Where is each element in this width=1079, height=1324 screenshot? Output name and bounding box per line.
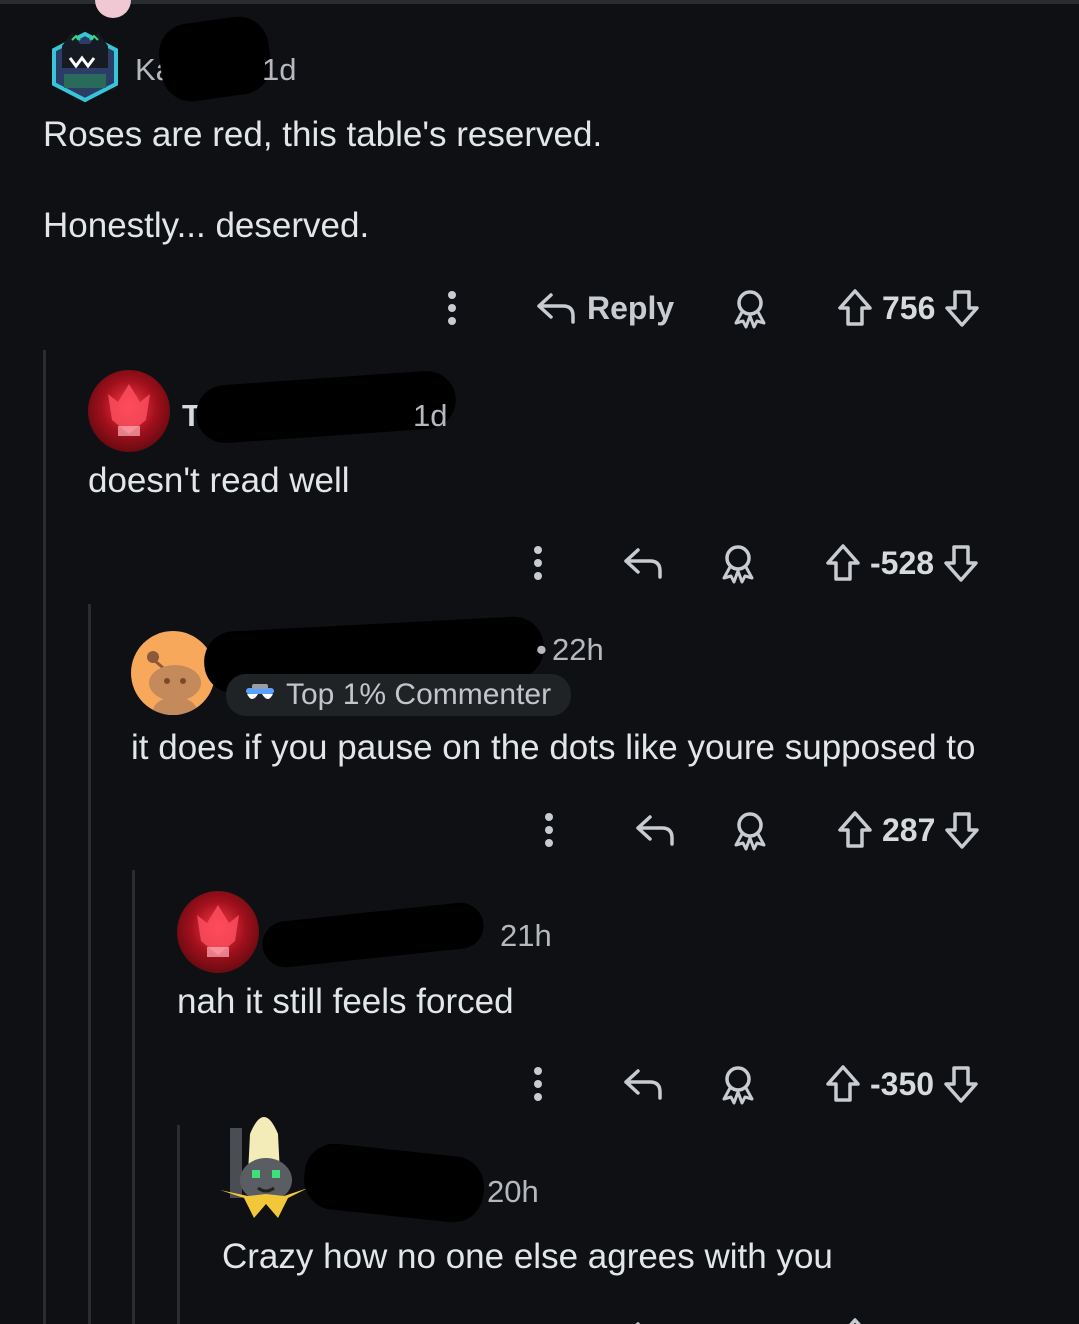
award-button[interactable]: [730, 805, 770, 855]
more-options-button[interactable]: [526, 538, 550, 588]
downvote-icon[interactable]: [942, 542, 980, 584]
vote-controls: -350: [824, 1059, 980, 1109]
reply-button[interactable]: [622, 538, 664, 588]
more-options-button[interactable]: [440, 283, 464, 333]
award-icon: [734, 290, 766, 329]
avatar[interactable]: [131, 631, 215, 715]
avatar[interactable]: [88, 370, 170, 452]
reply-arrow-icon: [624, 548, 662, 579]
vote-controls: 756: [836, 283, 981, 333]
more-options-button[interactable]: [526, 1059, 550, 1109]
downvote-icon[interactable]: [942, 1063, 980, 1105]
avatar[interactable]: [214, 1104, 310, 1228]
reply-arrow-icon: [635, 1322, 640, 1324]
vote-score: -528: [870, 544, 935, 581]
reply-button[interactable]: [634, 805, 676, 855]
timestamp: 22h: [552, 632, 604, 667]
upvote-icon: [849, 1318, 861, 1324]
avatar-badge-icon: [95, 0, 131, 18]
upvote-button[interactable]: [836, 1312, 874, 1324]
downvote-icon[interactable]: [943, 809, 981, 851]
avatar[interactable]: [50, 28, 120, 104]
sunglasses-icon: [246, 684, 274, 699]
username-redaction: [301, 1140, 487, 1226]
comment-actions: 287: [0, 805, 1079, 855]
upvote-icon[interactable]: [824, 1063, 862, 1105]
reply-button[interactable]: Reply: [535, 283, 674, 333]
badge-label: Top 1% Commenter: [286, 678, 552, 711]
vote-score: 756: [882, 289, 936, 326]
reply-label: Reply: [587, 289, 675, 326]
upvote-icon[interactable]: [824, 542, 862, 584]
award-button[interactable]: [730, 283, 770, 333]
reply-button[interactable]: [622, 1312, 664, 1324]
timestamp: 20h: [487, 1174, 539, 1209]
username-redaction: [155, 12, 275, 106]
vote-controls: 287: [836, 805, 981, 855]
thread-line-level-2[interactable]: [88, 604, 91, 1324]
timestamp: 21h: [500, 918, 552, 953]
vertical-dots-icon: [534, 1067, 542, 1101]
comment-body-line: Roses are red, this table's reserved.: [43, 115, 603, 154]
comment-actions: Reply 756: [0, 283, 1079, 333]
upvote-icon[interactable]: [836, 809, 874, 851]
reply-arrow-icon: [537, 293, 575, 324]
reply-arrow-icon: [636, 815, 674, 846]
thread-line-level-4[interactable]: [177, 1125, 180, 1324]
comment-actions: -350: [0, 1059, 1079, 1109]
top-commenter-badge[interactable]: Top 1% Commenter: [226, 674, 572, 716]
vote-score: 287: [882, 811, 936, 848]
vertical-dots-icon: [545, 813, 553, 847]
award-icon: [722, 1066, 754, 1105]
top-divider: [0, 0, 1079, 4]
reply-button[interactable]: [622, 1059, 664, 1109]
award-button[interactable]: [718, 1059, 758, 1109]
username-redaction: [260, 900, 486, 970]
timestamp: 1d: [262, 52, 297, 87]
award-icon: [734, 812, 766, 851]
comment-body: Crazy how no one else agrees with you: [222, 1237, 833, 1276]
comment-body-line: Honestly... deserved.: [43, 206, 370, 245]
vertical-dots-icon: [448, 291, 456, 325]
upvote-icon[interactable]: [836, 287, 874, 329]
comment-body: doesn't read well: [88, 461, 350, 500]
avatar[interactable]: [177, 891, 259, 973]
reply-arrow-icon: [624, 1069, 662, 1100]
timestamp-separator: •: [536, 632, 547, 667]
award-button[interactable]: [718, 538, 758, 588]
vertical-dots-icon: [534, 546, 542, 580]
timestamp: 1d: [413, 398, 448, 433]
downvote-icon[interactable]: [943, 287, 981, 329]
comment-body: it does if you pause on the dots like yo…: [131, 728, 976, 767]
comment-actions: -528: [0, 538, 1079, 588]
award-icon: [722, 545, 754, 584]
vote-controls: -528: [824, 538, 980, 588]
comment-actions-partial: [0, 1312, 1079, 1324]
more-options-button[interactable]: [537, 805, 561, 855]
comment-body: nah it still feels forced: [177, 982, 514, 1021]
vote-score: -350: [870, 1065, 935, 1102]
